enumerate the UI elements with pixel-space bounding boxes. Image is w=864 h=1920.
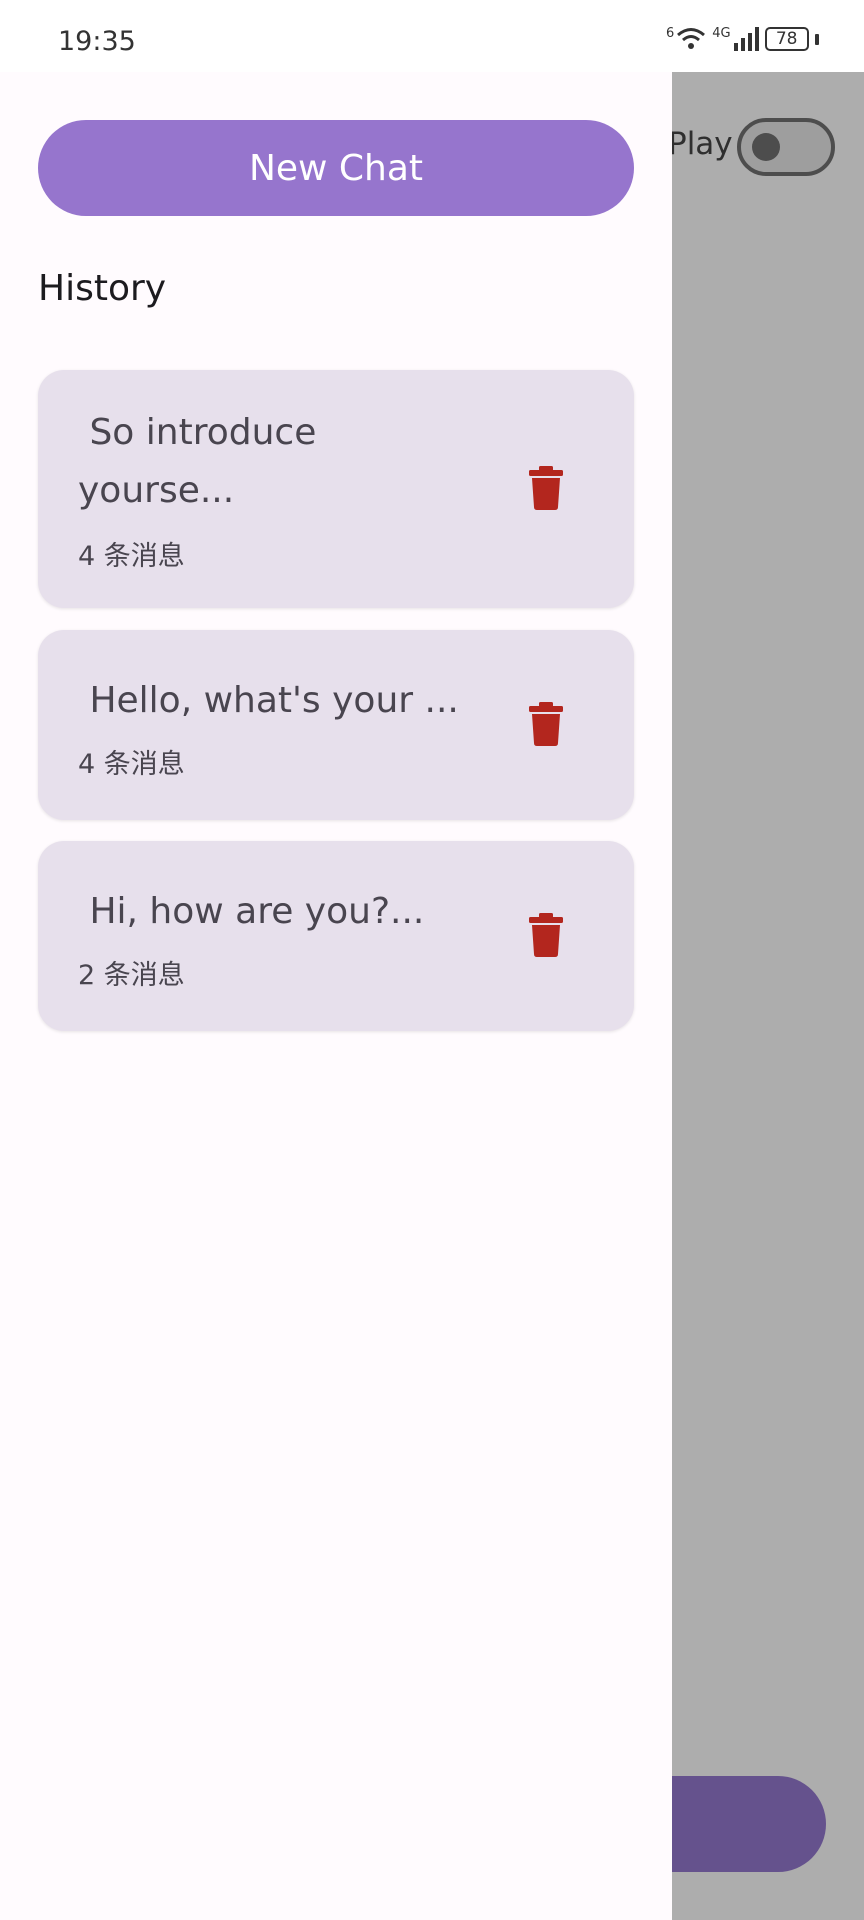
wifi-icon: [677, 28, 706, 49]
new-chat-button[interactable]: New Chat: [38, 120, 634, 216]
battery-tip: [814, 33, 819, 45]
chat-title: Hello, what's your ...: [78, 680, 459, 721]
chat-history-item[interactable]: So introduce yourse... 4 条消息: [38, 370, 634, 608]
delete-chat-button[interactable]: [516, 694, 576, 754]
battery-level: 78: [775, 29, 798, 49]
network-label: 4G: [712, 26, 731, 41]
play-label: Play: [668, 126, 733, 162]
chat-title: Hi, how are you?...: [78, 891, 425, 932]
navigation-drawer: New Chat History So introduce yourse... …: [0, 0, 672, 1920]
chat-message-count: 4 条消息: [78, 541, 185, 572]
history-title: History: [38, 268, 167, 309]
status-bar: 19:35 6 4G 78: [0, 0, 864, 72]
wifi-badge: 6: [666, 26, 675, 41]
chat-message-count: 2 条消息: [78, 960, 185, 991]
trash-icon: [529, 702, 563, 746]
trash-icon: [529, 466, 563, 510]
chat-title: So introduce yourse...: [78, 412, 317, 511]
play-switch[interactable]: [737, 118, 835, 176]
delete-chat-button[interactable]: [516, 458, 576, 518]
cell-signal-icon: [733, 27, 759, 51]
status-icons: 6 4G 78: [666, 26, 819, 52]
chat-history-item[interactable]: Hi, how are you?... 2 条消息: [38, 841, 634, 1031]
chat-message-count: 4 条消息: [78, 749, 185, 780]
status-time: 19:35: [58, 26, 136, 57]
trash-icon: [529, 913, 563, 957]
switch-knob: [752, 133, 780, 161]
chat-history-item[interactable]: Hello, what's your ... 4 条消息: [38, 630, 634, 820]
delete-chat-button[interactable]: [516, 905, 576, 965]
battery-icon: 78: [764, 27, 809, 51]
